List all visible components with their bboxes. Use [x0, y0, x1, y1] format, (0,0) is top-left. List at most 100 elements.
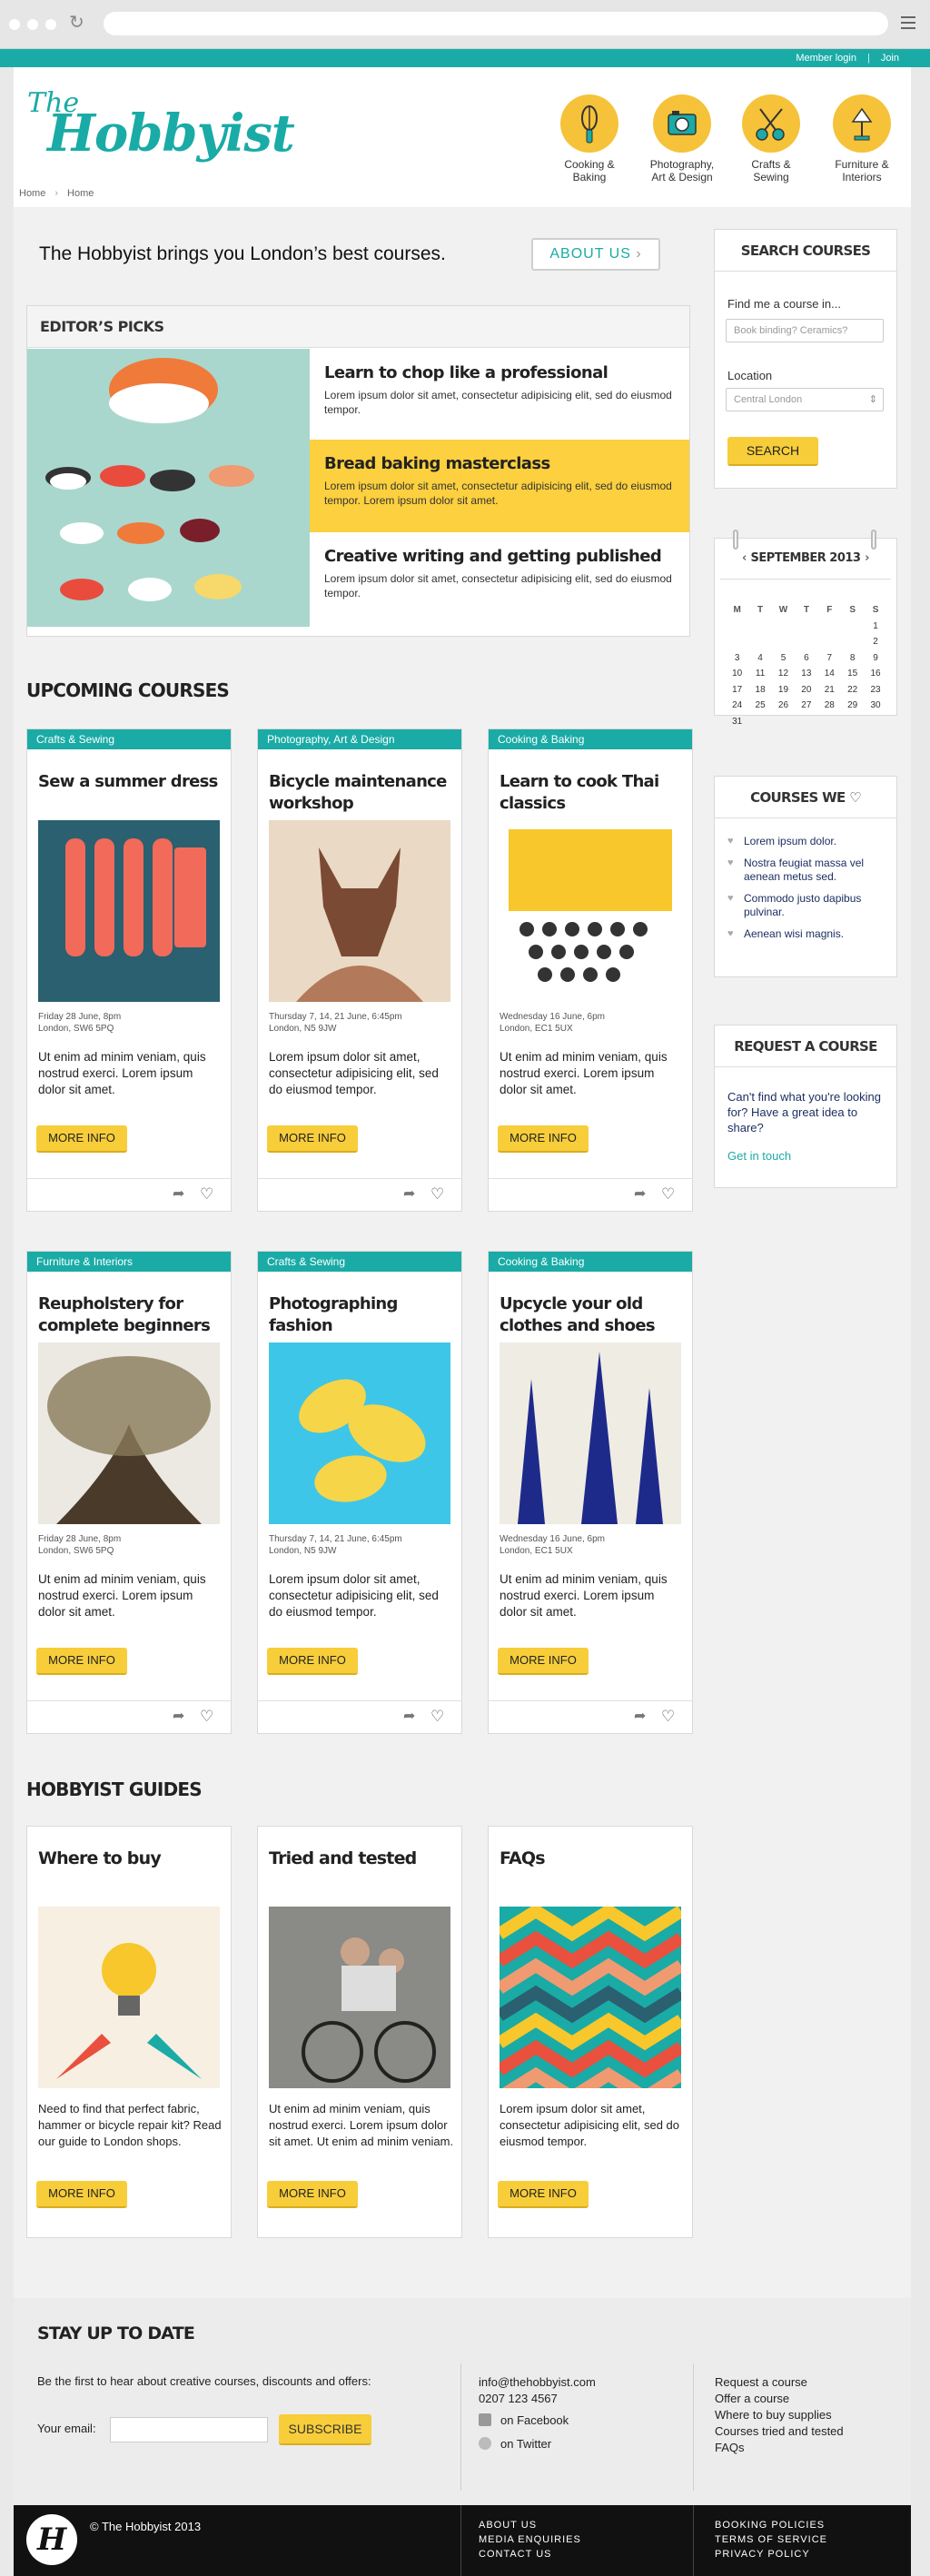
window-dot-icon[interactable] — [27, 19, 38, 30]
calendar-day[interactable]: 19 — [772, 682, 795, 698]
heart-icon[interactable]: ♡ — [200, 1709, 213, 1725]
location-select[interactable]: Central London ⇕ — [726, 388, 884, 411]
guide-card[interactable]: FAQs Lorem ipsum dolor sit amet, consecte… — [488, 1826, 693, 2238]
email-input[interactable] — [110, 2417, 268, 2442]
course-card[interactable]: Photography, Art & Design Bicycle mainten… — [257, 728, 462, 1212]
calendar-day[interactable]: 20 — [795, 682, 817, 698]
course-card[interactable]: Cooking & Baking Upcycle your old clothes… — [488, 1251, 693, 1734]
guide-title[interactable]: Where to buy — [38, 1848, 162, 1868]
calendar-day[interactable]: 1 — [864, 619, 886, 635]
window-dot-icon[interactable] — [9, 19, 20, 30]
more-info-button[interactable]: MORE INFO — [36, 2181, 127, 2208]
category-photography[interactable]: Photography, Art & Design — [641, 94, 723, 183]
calendar-day[interactable]: 30 — [864, 698, 886, 714]
course-title[interactable]: Learn to cook Thai classics — [500, 771, 681, 815]
share-arrow-icon[interactable]: ➦ — [634, 1186, 654, 1203]
calendar-day[interactable]: 23 — [864, 682, 886, 698]
liked-course-link[interactable]: Commodo justo dapibus pulvinar. — [727, 892, 891, 919]
footer-bottom-link[interactable]: MEDIA ENQUIRIES — [479, 2532, 581, 2547]
footer-link[interactable]: Request a course — [715, 2374, 844, 2391]
heart-icon[interactable]: ♡ — [430, 1186, 444, 1203]
guide-image[interactable] — [500, 1907, 681, 2088]
contact-email[interactable]: info@thehobbyist.com — [479, 2374, 596, 2391]
course-image[interactable] — [269, 820, 450, 1002]
footer-bottom-link[interactable]: CONTACT US — [479, 2547, 581, 2561]
course-card[interactable]: Cooking & Baking Learn to cook Thai class… — [488, 728, 693, 1212]
twitter-link[interactable]: on Twitter — [500, 2437, 551, 2451]
calendar-day[interactable]: 17 — [726, 682, 748, 698]
course-title[interactable]: Photographing fashion — [269, 1293, 450, 1337]
guide-title[interactable]: FAQs — [500, 1848, 546, 1868]
calendar-day[interactable]: 29 — [841, 698, 864, 714]
more-info-button[interactable]: MORE INFO — [36, 1125, 127, 1153]
course-card[interactable]: Crafts & Sewing Photographing fashion Thur… — [257, 1251, 462, 1734]
more-info-button[interactable]: MORE INFO — [267, 1125, 358, 1153]
share-arrow-icon[interactable]: ➦ — [634, 1709, 654, 1725]
member-login-link[interactable]: Member login — [796, 49, 856, 67]
calendar-day[interactable]: 26 — [772, 698, 795, 714]
course-image[interactable] — [500, 820, 681, 1002]
chevron-left-icon[interactable]: ‹ — [742, 551, 747, 565]
calendar-day[interactable]: 24 — [726, 698, 748, 714]
breadcrumb-current[interactable]: Home — [67, 188, 94, 199]
get-in-touch-link[interactable]: Get in touch — [727, 1149, 791, 1163]
calendar-day[interactable]: 14 — [818, 666, 841, 682]
calendar-day[interactable]: 27 — [795, 698, 817, 714]
guide-image[interactable] — [269, 1907, 450, 2088]
footer-link[interactable]: Courses tried and tested — [715, 2423, 844, 2440]
more-info-button[interactable]: MORE INFO — [498, 1648, 589, 1675]
calendar-day[interactable]: 16 — [864, 666, 886, 682]
facebook-link[interactable]: on Facebook — [500, 2413, 569, 2427]
liked-course-link[interactable]: Aenean wisi magnis. — [727, 927, 891, 941]
course-category-tag[interactable]: Cooking & Baking — [489, 1252, 692, 1272]
more-info-button[interactable]: MORE INFO — [498, 2181, 589, 2208]
facebook-icon[interactable] — [479, 2413, 491, 2426]
join-link[interactable]: Join — [881, 49, 899, 67]
calendar-day[interactable]: 31 — [726, 714, 748, 730]
more-info-button[interactable]: MORE INFO — [267, 2181, 358, 2208]
twitter-icon[interactable] — [479, 2437, 491, 2450]
guide-card[interactable]: Tried and tested Ut enim ad minim veniam,… — [257, 1826, 462, 2238]
calendar-day[interactable]: 3 — [726, 650, 748, 667]
calendar-day[interactable]: 12 — [772, 666, 795, 682]
more-info-button[interactable]: MORE INFO — [267, 1648, 358, 1675]
course-category-tag[interactable]: Furniture & Interiors — [27, 1252, 231, 1272]
course-category-tag[interactable]: Photography, Art & Design — [258, 729, 461, 749]
about-us-button[interactable]: ABOUT US › — [531, 238, 660, 271]
liked-course-link[interactable]: Nostra feugiat massa vel aenean metus se… — [727, 857, 891, 884]
guide-image[interactable] — [38, 1907, 220, 2088]
guide-title[interactable]: Tried and tested — [269, 1848, 417, 1868]
course-image[interactable] — [38, 1342, 220, 1524]
footer-policy-link[interactable]: BOOKING POLICIES — [715, 2518, 827, 2532]
footer-policy-link[interactable]: TERMS OF SERVICE — [715, 2532, 827, 2547]
more-info-button[interactable]: MORE INFO — [36, 1648, 127, 1675]
course-category-tag[interactable]: Cooking & Baking — [489, 729, 692, 749]
liked-course-link[interactable]: Lorem ipsum dolor. — [727, 835, 891, 848]
course-title[interactable]: Reupholstery for complete beginners — [38, 1293, 220, 1337]
share-arrow-icon[interactable]: ➦ — [403, 1186, 423, 1203]
footer-policy-link[interactable]: PRIVACY POLICY — [715, 2547, 827, 2561]
editors-pick-item[interactable]: Learn to chop like a professional Lorem … — [310, 349, 689, 440]
heart-icon[interactable]: ♡ — [661, 1186, 675, 1203]
editors-pick-item[interactable]: Creative writing and getting published L… — [310, 532, 689, 627]
share-arrow-icon[interactable]: ➦ — [403, 1709, 423, 1725]
guide-card[interactable]: Where to buy Need to find that perfect fa… — [26, 1826, 232, 2238]
window-dot-icon[interactable] — [45, 19, 56, 30]
calendar-day[interactable]: 22 — [841, 682, 864, 698]
footer-link[interactable]: Offer a course — [715, 2391, 844, 2407]
heart-icon[interactable]: ♡ — [430, 1709, 444, 1725]
reload-icon[interactable]: ↻ — [69, 14, 84, 32]
menu-icon[interactable] — [901, 16, 915, 29]
footer-logo[interactable]: H — [26, 2514, 77, 2565]
chevron-right-icon[interactable]: › — [865, 551, 869, 565]
editors-pick-title[interactable]: Creative writing and getting published — [324, 547, 675, 566]
calendar-day[interactable]: 9 — [864, 650, 886, 667]
site-logo[interactable]: The Hobbyist — [27, 87, 295, 163]
footer-link[interactable]: Where to buy supplies — [715, 2407, 844, 2423]
category-furniture-interiors[interactable]: Furniture & Interiors — [821, 94, 903, 183]
course-image[interactable] — [500, 1342, 681, 1524]
calendar-day[interactable]: 8 — [841, 650, 864, 667]
category-cooking-baking[interactable]: Cooking & Baking — [549, 94, 630, 183]
address-bar[interactable] — [104, 12, 888, 35]
footer-bottom-link[interactable]: ABOUT US — [479, 2518, 581, 2532]
